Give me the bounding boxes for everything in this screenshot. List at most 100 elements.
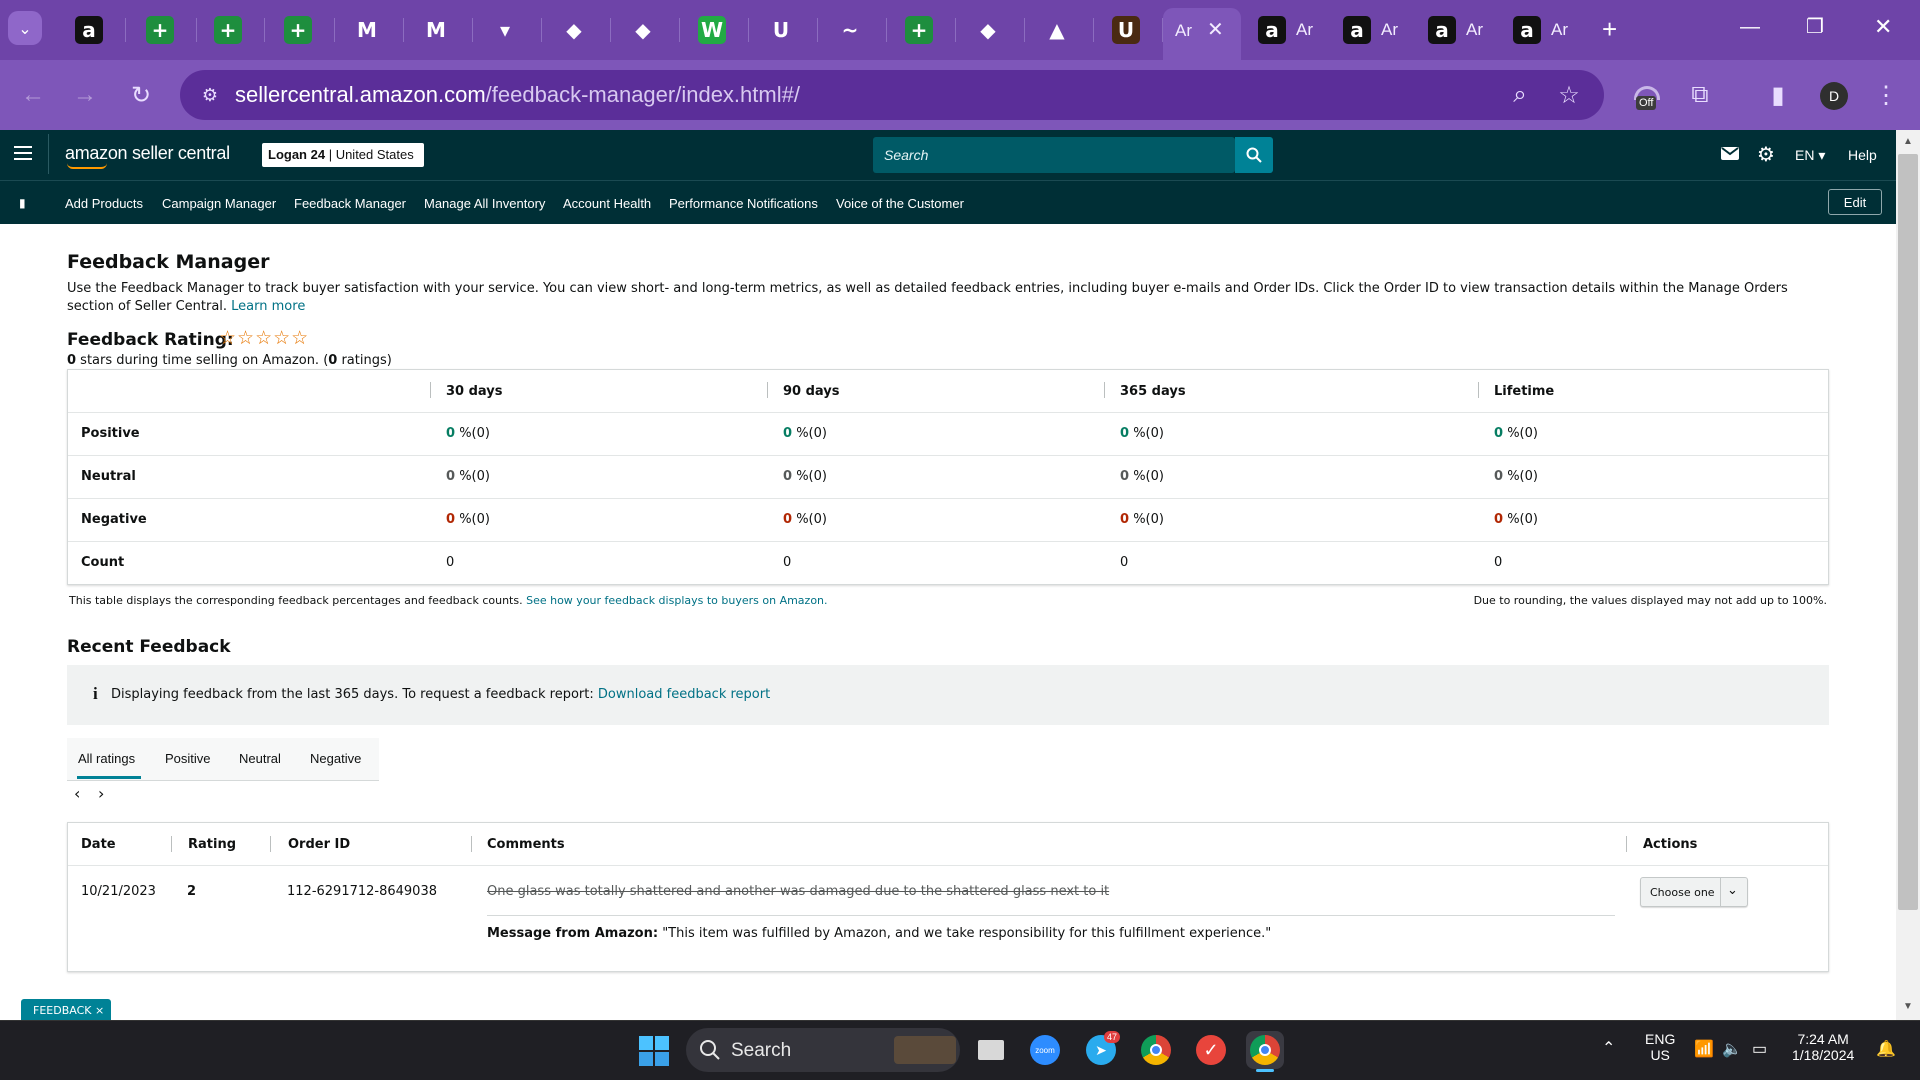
wifi-icon[interactable]: 📶 bbox=[1694, 1039, 1714, 1059]
minimize-button[interactable]: — bbox=[1740, 16, 1760, 39]
header-rule bbox=[68, 865, 1828, 866]
rating-tab[interactable]: Positive bbox=[165, 751, 211, 766]
sheets-plus-icon: + bbox=[146, 16, 174, 44]
zoom-icon[interactable]: ⌕ bbox=[1500, 75, 1540, 115]
feedback-display-link[interactable]: See how your feedback displays to buyers… bbox=[526, 594, 827, 607]
reload-button[interactable]: ↻ bbox=[121, 75, 161, 115]
scroll-thumb[interactable] bbox=[1898, 154, 1918, 910]
table-note: This table displays the corresponding fe… bbox=[69, 594, 828, 607]
nav-item[interactable]: Feedback Manager bbox=[294, 196, 406, 211]
nav-item[interactable]: Add Products bbox=[65, 196, 143, 211]
download-report-link[interactable]: Download feedback report bbox=[598, 687, 770, 702]
browser-tab[interactable]: ◆ bbox=[966, 8, 1010, 52]
bookmark-star-icon[interactable]: ☆ bbox=[1549, 75, 1589, 115]
tool-icon: ◆ bbox=[560, 16, 588, 44]
nav-item[interactable]: Account Health bbox=[563, 196, 651, 211]
chevron-right-icon[interactable]: › bbox=[98, 784, 104, 803]
new-tab-button[interactable]: + bbox=[1602, 14, 1617, 45]
search-input[interactable]: Search bbox=[873, 137, 1235, 173]
window-close-button[interactable]: ✕ bbox=[1874, 14, 1892, 40]
battery-icon[interactable]: ▭ bbox=[1752, 1039, 1767, 1059]
profile-avatar[interactable]: D bbox=[1820, 82, 1848, 110]
browser-tab[interactable]: a Ar bbox=[1513, 8, 1585, 52]
order-id-link[interactable]: 112-6291712-8649038 bbox=[287, 884, 437, 899]
browser-tab[interactable]: a Ar bbox=[1343, 8, 1415, 52]
browser-tab[interactable]: M bbox=[345, 8, 389, 52]
tab-separator bbox=[679, 18, 680, 42]
site-info-icon[interactable]: ⚙ bbox=[190, 75, 230, 115]
notification-bell-icon[interactable]: 🔔 bbox=[1876, 1039, 1896, 1059]
settings-gear-icon[interactable]: ⚙ bbox=[1757, 142, 1775, 166]
checkmark-app-icon[interactable]: ✓ bbox=[1192, 1031, 1230, 1069]
scroll-down-icon[interactable]: ▼ bbox=[1903, 1001, 1913, 1012]
side-panel-icon[interactable]: ▮ bbox=[1758, 75, 1798, 115]
learn-more-link[interactable]: Learn more bbox=[231, 299, 305, 314]
volume-icon[interactable]: 🔈 bbox=[1722, 1039, 1742, 1059]
language-selector[interactable]: EN ▾ bbox=[1795, 147, 1825, 164]
tab-separator bbox=[264, 18, 265, 42]
back-button[interactable]: ← bbox=[13, 75, 53, 115]
browser-tab[interactable]: W bbox=[690, 8, 734, 52]
help-link[interactable]: Help bbox=[1848, 147, 1877, 163]
search-button[interactable] bbox=[1235, 137, 1273, 173]
task-view-icon[interactable] bbox=[972, 1031, 1010, 1069]
nav-item[interactable]: Campaign Manager bbox=[162, 196, 276, 211]
extensions-puzzle-icon[interactable]: ⧉ bbox=[1680, 75, 1720, 115]
more-menu-icon[interactable]: ⋮ bbox=[1866, 75, 1906, 115]
tab-search-button[interactable]: ⌄ bbox=[8, 11, 42, 45]
ups-icon: U bbox=[1112, 16, 1140, 44]
gmail-icon: M bbox=[422, 16, 450, 44]
tray-chevron-up-icon[interactable]: ⌃ bbox=[1602, 1038, 1615, 1058]
hamburger-menu-icon[interactable] bbox=[14, 146, 32, 160]
rating-tab[interactable]: All ratings bbox=[78, 751, 135, 766]
seller-central-logo[interactable]: amazon seller central bbox=[65, 143, 230, 169]
edit-nav-button[interactable]: Edit bbox=[1828, 189, 1882, 215]
browser-tab[interactable]: + bbox=[276, 8, 320, 52]
browser-tab[interactable]: a Ar bbox=[1428, 8, 1500, 52]
bookmark-icon[interactable]: ▮ bbox=[19, 196, 26, 210]
rating-tab[interactable]: Negative bbox=[310, 751, 361, 766]
browser-tab[interactable]: ◆ bbox=[621, 8, 665, 52]
browser-tab[interactable]: ~ bbox=[828, 8, 872, 52]
chevron-down-icon[interactable]: ⌄ bbox=[1727, 883, 1738, 898]
browser-tab[interactable]: U bbox=[1104, 8, 1148, 52]
tab-separator bbox=[125, 18, 126, 42]
nav-item[interactable]: Performance Notifications bbox=[669, 196, 818, 211]
browser-tab[interactable]: a bbox=[67, 8, 111, 52]
column-divider bbox=[1478, 382, 1479, 398]
windows-start-icon[interactable] bbox=[639, 1036, 669, 1066]
nav-item[interactable]: Manage All Inventory bbox=[424, 196, 545, 211]
chrome-app-icon[interactable] bbox=[1137, 1031, 1175, 1069]
store-selector[interactable]: Logan 24 | United States bbox=[262, 143, 424, 167]
zoom-app-icon[interactable]: zoom bbox=[1026, 1031, 1064, 1069]
amazon-icon: a bbox=[1513, 16, 1541, 44]
tab-separator bbox=[472, 18, 473, 42]
chrome-profile-app-icon[interactable] bbox=[1246, 1031, 1284, 1069]
browser-tab[interactable]: + bbox=[897, 8, 941, 52]
tab-separator bbox=[817, 18, 818, 42]
forward-button[interactable]: → bbox=[65, 75, 105, 115]
extension-icon[interactable]: Off bbox=[1632, 82, 1662, 112]
restore-button[interactable]: ❐ bbox=[1806, 14, 1824, 39]
browser-tab[interactable]: a Ar bbox=[1258, 8, 1330, 52]
metrics-cell: 0 %(0) bbox=[1494, 469, 1538, 484]
browser-tab[interactable]: + bbox=[206, 8, 250, 52]
clock[interactable]: 7:24 AM 1/18/2024 bbox=[1792, 1031, 1854, 1063]
nav-item[interactable]: Voice of the Customer bbox=[836, 196, 964, 211]
browser-tab[interactable]: ▾ bbox=[483, 8, 527, 52]
browser-tab[interactable]: M bbox=[414, 8, 458, 52]
input-language[interactable]: ENG US bbox=[1645, 1031, 1675, 1063]
mail-icon[interactable] bbox=[1721, 147, 1739, 160]
telegram-app-icon[interactable]: ➤ 47 bbox=[1082, 1031, 1121, 1069]
chevron-left-icon[interactable]: ‹ bbox=[74, 784, 80, 803]
feedback-pill-button[interactable]: FEEDBACK × bbox=[21, 999, 111, 1020]
rating-tab[interactable]: Neutral bbox=[239, 751, 281, 766]
close-icon[interactable]: ✕ bbox=[1207, 17, 1224, 42]
url-text[interactable]: sellercentral.amazon.com/feedback-manage… bbox=[235, 82, 800, 108]
browser-tab[interactable]: + bbox=[138, 8, 182, 52]
browser-tab[interactable]: ▲ bbox=[1035, 8, 1079, 52]
browser-tab[interactable]: ◆ bbox=[552, 8, 596, 52]
active-tab-label: Ar bbox=[1175, 21, 1192, 40]
scroll-up-icon[interactable]: ▲ bbox=[1903, 136, 1913, 147]
browser-tab[interactable]: U bbox=[759, 8, 803, 52]
